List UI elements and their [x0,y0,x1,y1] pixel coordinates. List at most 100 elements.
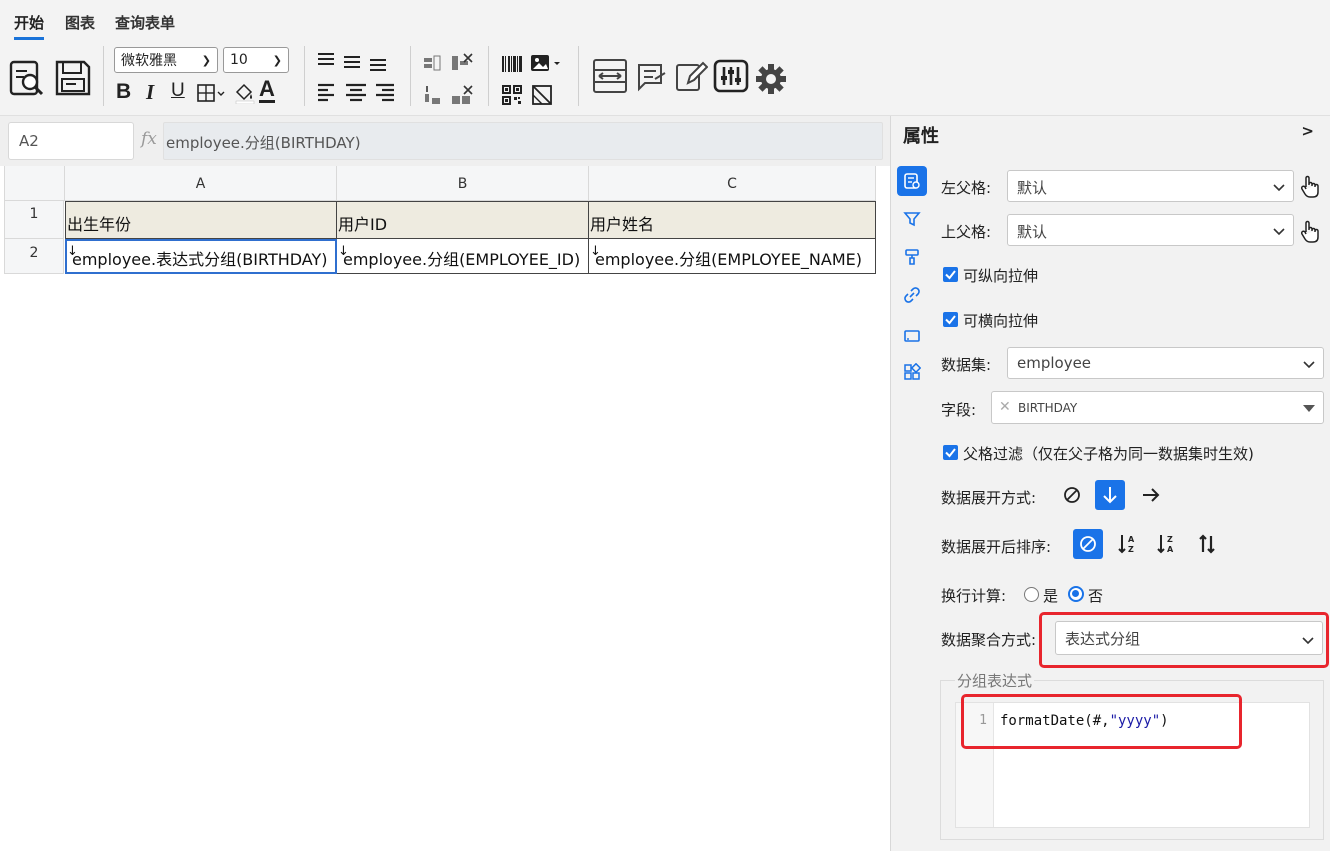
field-select[interactable]: ✕ BIRTHDAY [991,391,1324,424]
cell-b2[interactable]: ↓employee.分组(EMPLOYEE_ID) [337,239,589,274]
insert-delete-row-icons[interactable] [422,84,474,106]
cell-properties-icon[interactable] [897,166,927,196]
insert-delete-column-icons[interactable] [422,52,474,74]
aggregate-label: 数据聚合方式: [941,631,1037,649]
svg-text:Z: Z [1128,545,1134,554]
chevron-down-icon [1303,356,1315,374]
fx-icon: fx [141,129,157,149]
svg-text:A: A [1167,545,1174,554]
column-header-a[interactable]: A [65,166,337,201]
field-label: 字段: [941,401,977,419]
font-family-select[interactable]: 微软雅黑 ❯ [114,47,218,73]
horizontal-align-icons[interactable] [316,82,396,104]
top-parent-value: 默认 [1017,223,1048,241]
top-parent-label: 上父格: [941,223,992,241]
qrcode-icon[interactable] [500,84,524,106]
data-source-icon[interactable] [634,58,670,94]
sort-custom-icon[interactable] [1192,529,1222,559]
dataset-label: 数据集: [941,356,992,374]
expand-direction-label: 数据展开方式: [941,489,1037,507]
save-icon[interactable] [53,58,93,98]
cell-reference-box[interactable]: A2 [8,122,134,160]
vertical-align-icons[interactable] [316,50,386,72]
row-header-1[interactable]: 1 [4,201,64,239]
wrap-calc-no-radio[interactable] [1068,586,1084,602]
dataset-value: employee [1017,354,1092,372]
clear-icon[interactable]: ✕ [999,399,1011,415]
table-width-icon[interactable] [591,58,629,94]
corner-header[interactable] [4,166,65,201]
wrap-calc-yes-radio[interactable] [1024,587,1039,602]
chevron-down-icon: ❯ [272,53,282,67]
edit-icon[interactable] [673,58,709,94]
font-family-value: 微软雅黑 [121,53,177,69]
parent-filter-label: 父格过滤（仅在父子格为同一数据集时生效) [963,445,1254,463]
pick-cell-hand-icon[interactable] [1299,175,1321,199]
toolbar: 微软雅黑 ❯ 10 ❯ B I U A [0,40,1330,116]
cell-c2[interactable]: ↓employee.分组(EMPLOYEE_NAME) [589,239,876,274]
highlight-box-aggregate [1039,612,1329,668]
preview-icon[interactable] [8,58,46,98]
expand-right-icon[interactable] [1136,480,1166,510]
slash-cell-icon[interactable] [530,84,554,106]
chevron-down-icon [1273,179,1285,197]
cell-a2[interactable]: ↓employee.表达式分组(BIRTHDAY) [65,239,337,274]
italic-button[interactable]: I [146,80,154,105]
sort-none-icon[interactable] [1073,529,1103,559]
cell-c2-text: employee.分组(EMPLOYEE_NAME) [595,250,862,269]
vertical-stretch-label: 可纵向拉伸 [963,267,1039,285]
menu-bar: 开始 图表 查询表单 [0,0,1330,40]
format-brush-icon[interactable] [897,242,927,272]
cell-b1[interactable]: 用户ID [337,201,589,239]
vertical-stretch-checkbox[interactable] [943,267,958,282]
top-parent-select[interactable]: 默认 [1007,214,1294,246]
tab-start[interactable]: 开始 [14,12,45,40]
group-expression-legend: 分组表达式 [955,670,1035,691]
cell-a1[interactable]: 出生年份 [65,201,337,239]
tab-query-form[interactable]: 查询表单 [115,12,175,33]
column-header-c[interactable]: C [589,166,876,201]
link-icon[interactable] [897,280,927,310]
panel-title: 属性 [903,126,939,147]
filter-icon[interactable] [897,204,927,234]
expand-down-icon[interactable] [1095,480,1125,510]
horizontal-stretch-label: 可横向拉伸 [963,312,1039,330]
column-header-b[interactable]: B [337,166,589,201]
row-header-2[interactable]: 2 [4,239,64,274]
pick-cell-hand-icon[interactable] [1299,220,1321,244]
cell-c1[interactable]: 用户姓名 [589,201,876,239]
image-icon[interactable] [530,54,564,74]
collapse-panel-button[interactable]: > [1301,122,1314,140]
tab-chart[interactable]: 图表 [65,12,95,33]
chevron-down-icon: ❯ [201,53,211,67]
fill-color-icon[interactable] [234,82,256,104]
cell-border-icon[interactable] [897,321,927,351]
sort-descending-icon[interactable]: ZA [1152,529,1182,559]
underline-button[interactable]: U [171,80,185,102]
formula-input[interactable]: employee.分组(BIRTHDAY) [163,122,883,160]
caret-down-icon [1303,402,1315,416]
svg-text:Z: Z [1167,535,1173,544]
gear-icon[interactable] [754,62,788,96]
barcode-icon[interactable] [500,54,524,74]
field-value: BIRTHDAY [1018,401,1078,415]
expand-sort-label: 数据展开后排序: [941,538,1052,556]
border-icon[interactable] [196,82,226,104]
dataset-select[interactable]: employee [1007,347,1324,379]
cell-b2-text: employee.分组(EMPLOYEE_ID) [343,250,581,269]
sort-ascending-icon[interactable]: AZ [1113,529,1143,559]
left-parent-select[interactable]: 默认 [1007,170,1294,202]
svg-text:A: A [1128,535,1135,544]
left-parent-value: 默认 [1017,179,1048,197]
widgets-icon[interactable] [897,357,927,387]
bold-button[interactable]: B [116,80,131,104]
parent-filter-checkbox[interactable] [943,445,958,460]
horizontal-stretch-checkbox[interactable] [943,312,958,327]
font-size-select[interactable]: 10 ❯ [223,47,289,73]
wrap-calc-yes-label: 是 [1043,587,1059,605]
font-color-button[interactable]: A [259,78,275,103]
font-size-value: 10 [230,52,248,68]
expand-none-icon[interactable] [1057,480,1087,510]
spreadsheet-grid: A B C 1 2 出生年份 用户ID 用户姓名 ↓employee.表达式分组… [0,166,890,851]
settings-sliders-icon[interactable] [712,58,750,94]
